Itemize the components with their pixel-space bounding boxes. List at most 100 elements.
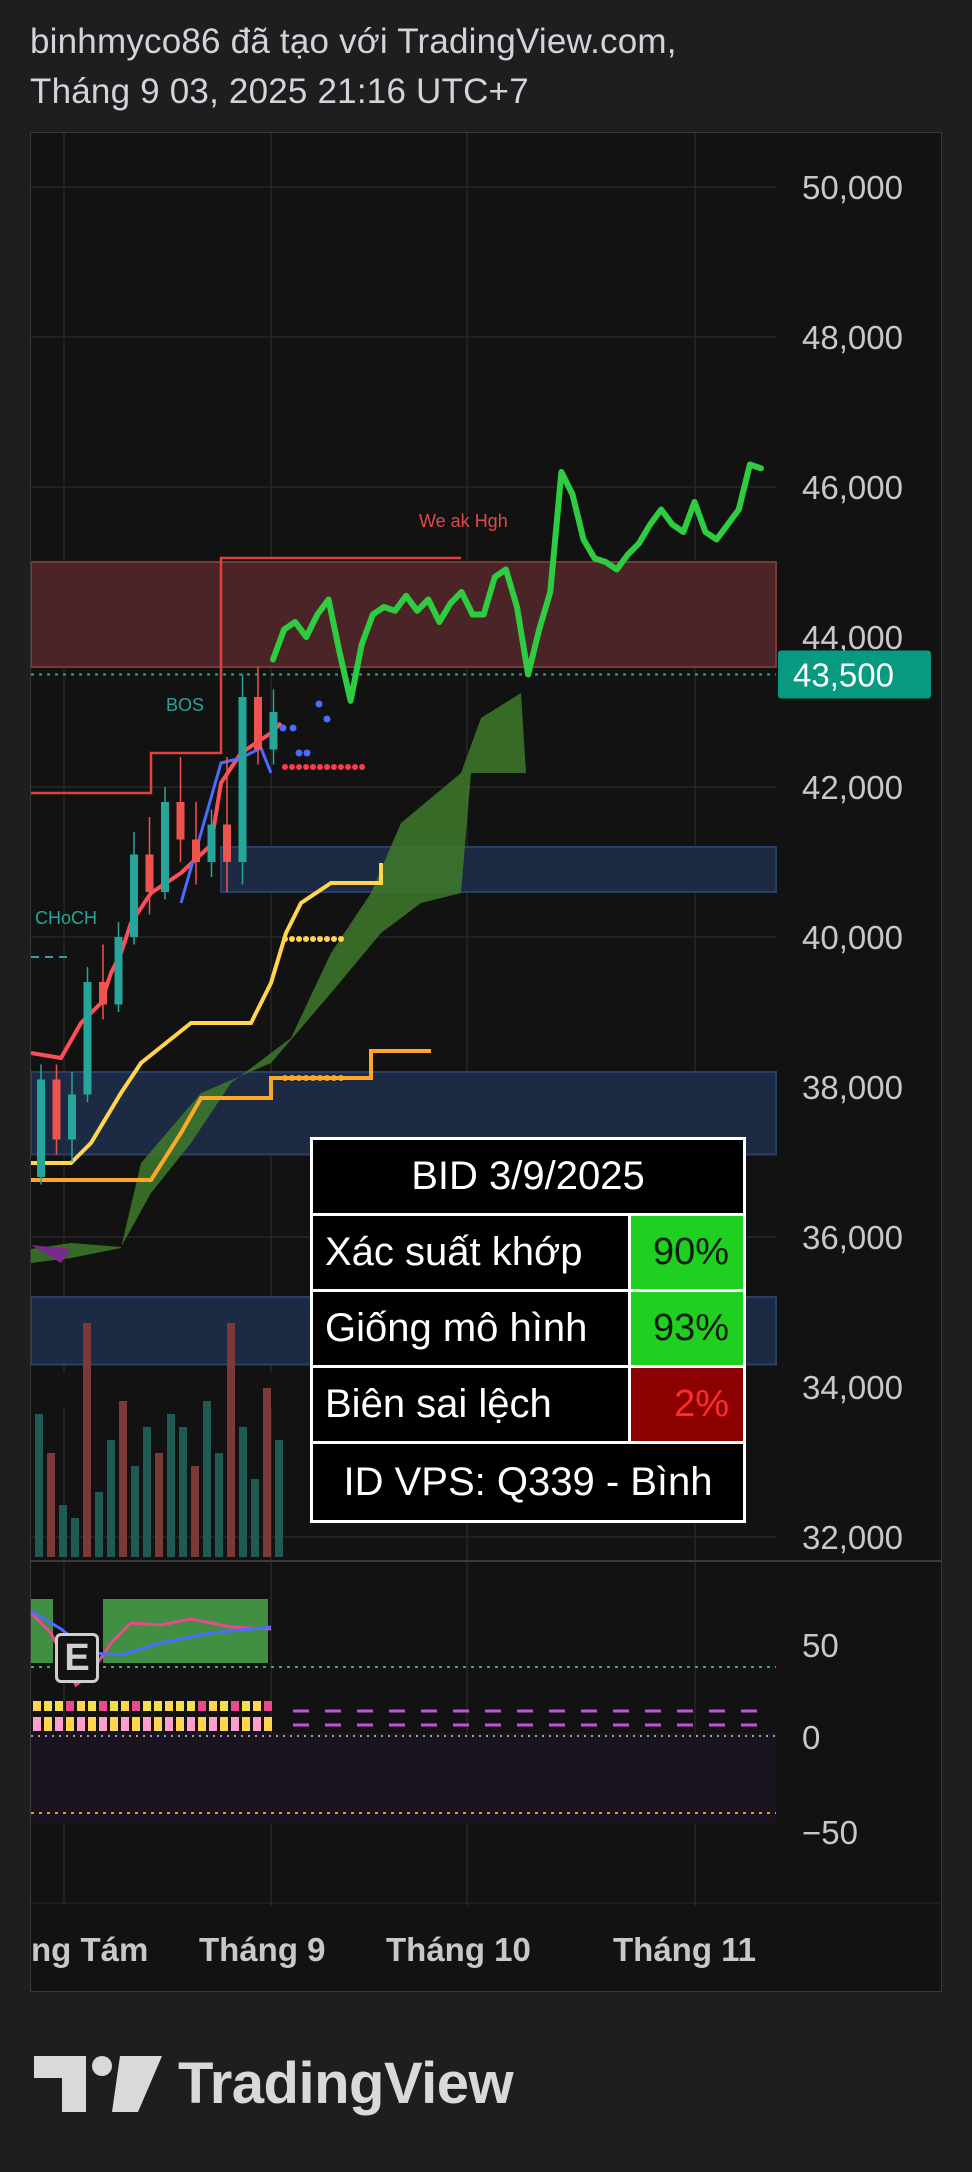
osc-strip: [66, 1717, 74, 1731]
osc-strip: [143, 1717, 151, 1731]
volume-bar: [215, 1453, 223, 1557]
osc-strip: [187, 1701, 195, 1711]
candle-body: [68, 1094, 76, 1140]
level-dot: [338, 1075, 344, 1081]
level-dot: [331, 1075, 337, 1081]
level-dot: [338, 764, 344, 770]
oscillator-tick: 50: [802, 1627, 839, 1664]
info-row-deviation: Biên sai lệch 2%: [313, 1368, 743, 1444]
level-dot: [303, 1075, 309, 1081]
volume-bar: [239, 1427, 247, 1557]
osc-strip: [209, 1717, 217, 1731]
volume-bar: [263, 1388, 271, 1557]
weak-high-label: We ak Hgh: [419, 511, 508, 531]
volume-bar: [35, 1414, 43, 1557]
info-table: BID 3/9/2025 Xác suất khớp 90% Giống mô …: [310, 1137, 746, 1523]
demand-zone: [220, 846, 777, 893]
price-tick: 34,000: [802, 1369, 903, 1406]
osc-strip: [242, 1717, 250, 1731]
osc-strip: [132, 1717, 140, 1731]
osc-strip: [55, 1717, 63, 1731]
osc-strip: [242, 1701, 250, 1711]
osc-strip: [231, 1701, 239, 1711]
level-dot: [296, 1075, 302, 1081]
level-dot: [323, 715, 331, 723]
level-dot: [317, 1075, 323, 1081]
candle-body: [145, 854, 154, 892]
weak-high-zone: [31, 561, 777, 668]
volume-bar: [95, 1492, 103, 1557]
chart-frame[interactable]: 50,000 48,000 46,000 44,000 42,000 40,000 38,0…: [30, 132, 942, 1992]
tradingview-brand[interactable]: TradingView: [34, 2050, 514, 2117]
osc-strip: [33, 1717, 41, 1731]
replay-badge[interactable]: E: [55, 1633, 99, 1683]
chart-author-line: binhmyco86 đã tạo với TradingView.com,: [30, 22, 677, 61]
candle-body: [207, 824, 216, 862]
level-dot: [303, 764, 309, 770]
osc-strip: [176, 1717, 184, 1731]
osc-strip: [165, 1717, 173, 1731]
osc-strip: [121, 1701, 129, 1711]
volume-bar: [167, 1414, 175, 1557]
level-dot: [331, 936, 337, 942]
chart-canvas[interactable]: 50,000 48,000 46,000 44,000 42,000 40,000 38,0…: [31, 133, 941, 1991]
level-dot: [345, 764, 351, 770]
level-dot: [315, 700, 323, 708]
volume-bar: [59, 1505, 67, 1557]
osc-strip: [88, 1717, 96, 1731]
osc-strip: [55, 1701, 63, 1711]
osc-strip: [176, 1701, 184, 1711]
volume-bar: [47, 1453, 55, 1557]
choch-label: CHoCH: [35, 908, 97, 928]
osc-strip: [264, 1701, 272, 1711]
level-dot: [296, 764, 302, 770]
osc-strip: [253, 1717, 261, 1731]
volume-bar: [251, 1479, 259, 1557]
candle-body: [176, 802, 185, 840]
volume-bar: [107, 1440, 115, 1557]
oscillator-band: [31, 1733, 776, 1823]
candle-body: [99, 982, 107, 1005]
volume-bar: [275, 1440, 283, 1557]
oscillator-tick: 0: [802, 1719, 820, 1756]
tradingview-logo-icon: [34, 2055, 162, 2112]
osc-strip: [132, 1701, 140, 1711]
volume-bar: [71, 1518, 79, 1557]
level-dot: [338, 936, 344, 942]
price-tick: 48,000: [802, 319, 903, 356]
level-dot: [324, 1075, 330, 1081]
time-tick: Tháng 9: [199, 1931, 326, 1968]
volume-bar: [119, 1401, 127, 1557]
level-dot: [289, 764, 295, 770]
level-dot: [310, 1075, 316, 1081]
time-axis: ng Tám Tháng 9 Tháng 10 Tháng 11: [31, 1902, 941, 1968]
price-tick: 44,000: [802, 619, 903, 656]
info-row-model: Giống mô hình 93%: [313, 1292, 743, 1368]
level-dot: [331, 764, 337, 770]
osc-strip: [198, 1701, 206, 1711]
osc-strip: [154, 1717, 162, 1731]
osc-strip: [209, 1701, 217, 1711]
price-tick: 50,000: [802, 169, 903, 206]
level-dot: [317, 764, 323, 770]
bos-label: BOS: [166, 695, 204, 715]
volume-bar: [143, 1427, 151, 1557]
candle-body: [83, 982, 92, 1095]
level-dot: [324, 936, 330, 942]
osc-strip: [220, 1701, 228, 1711]
volume-bar: [203, 1401, 211, 1557]
osc-strip: [143, 1701, 151, 1711]
level-dot: [310, 764, 316, 770]
osc-strip: [154, 1701, 162, 1711]
candle-body: [254, 697, 262, 750]
osc-strip: [198, 1717, 206, 1731]
osc-strip: [77, 1717, 85, 1731]
volume-bar: [155, 1453, 163, 1557]
osc-strip: [264, 1717, 272, 1731]
time-tick: ng Tám: [31, 1931, 148, 1968]
level-dot: [282, 764, 288, 770]
level-dot: [317, 936, 323, 942]
candle-body: [192, 839, 200, 862]
osc-strip: [66, 1701, 74, 1711]
info-title: BID 3/9/2025: [411, 1154, 645, 1198]
